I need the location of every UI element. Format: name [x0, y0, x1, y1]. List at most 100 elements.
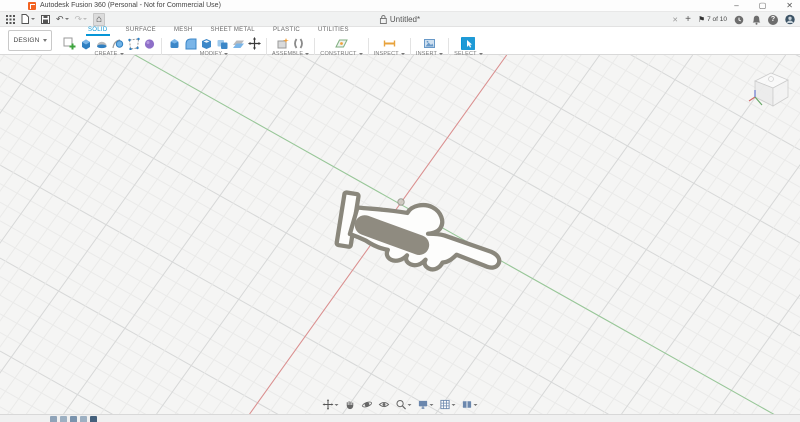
dropdown-caret-icon — [83, 18, 88, 20]
fusion-360-logo-icon — [28, 1, 36, 10]
tab-surface[interactable]: SURFACE — [124, 27, 158, 36]
combine-icon[interactable] — [215, 37, 229, 50]
home-button[interactable]: ⌂ — [93, 12, 106, 26]
viewports-icon — [462, 401, 472, 408]
document-tab[interactable]: Untitled* — [379, 12, 421, 27]
offset-face-icon[interactable] — [231, 37, 245, 50]
display-settings-button[interactable] — [417, 398, 435, 411]
hand-icon — [346, 401, 354, 410]
viewport-canvas[interactable] — [0, 55, 800, 414]
dropdown-caret-icon — [334, 403, 339, 406]
group-separator — [161, 38, 162, 55]
undo-button[interactable]: ↶ — [56, 13, 69, 26]
zoom-button[interactable] — [395, 398, 413, 411]
dropdown-caret-icon — [407, 403, 412, 406]
timeline-bar[interactable] — [0, 414, 800, 422]
origin-point[interactable] — [397, 198, 405, 206]
workspace-switcher[interactable]: DESIGN — [8, 30, 52, 51]
shell-icon[interactable] — [199, 37, 213, 50]
tab-sheet-metal[interactable]: SHEET METAL — [209, 27, 257, 36]
help-icon[interactable]: ? — [768, 14, 778, 25]
grid-icon — [440, 399, 450, 410]
group-select: SELECT — [454, 37, 483, 57]
tab-close-icon[interactable]: ✕ — [672, 16, 678, 24]
group-modify: MODIFY — [167, 37, 261, 57]
group-separator — [409, 38, 411, 55]
timeline-step-back-button[interactable] — [60, 416, 67, 422]
select-icon[interactable] — [461, 37, 476, 50]
pan-hand-button[interactable] — [344, 398, 357, 411]
dropdown-caret-icon — [429, 403, 434, 406]
move-icon[interactable] — [247, 37, 261, 50]
look-at-eye-icon — [378, 401, 390, 408]
application-bar: ↶ ↷ ⌂ Untitled* ✕ + ⚑ 7 of 10 ? — [0, 12, 800, 27]
new-tab-button[interactable]: + — [685, 14, 691, 25]
group-inspect: INSPECT — [374, 37, 405, 57]
display-settings-icon — [418, 400, 428, 409]
press-pull-icon[interactable] — [167, 37, 181, 50]
group-separator — [314, 38, 316, 55]
joint-icon[interactable] — [292, 37, 306, 50]
group-separator — [266, 38, 267, 55]
fillet-icon[interactable] — [183, 37, 197, 50]
pan-button[interactable] — [322, 398, 340, 411]
tab-solid[interactable]: SOLID — [86, 27, 110, 36]
save-icon[interactable] — [41, 13, 50, 26]
job-status-icon[interactable] — [734, 15, 744, 25]
window-minimize-button[interactable]: – — [731, 0, 741, 12]
data-panel-toggle-icon[interactable] — [6, 13, 15, 26]
redo-button[interactable]: ↷ — [75, 13, 88, 26]
file-menu-icon[interactable] — [21, 13, 35, 26]
tab-plastic[interactable]: PLASTIC — [271, 27, 302, 36]
timeline-skip-start-button[interactable] — [50, 416, 57, 422]
measure-icon[interactable] — [382, 37, 396, 50]
group-separator — [448, 38, 450, 55]
notifications-bell-icon[interactable] — [751, 15, 761, 25]
orbit-button[interactable] — [361, 398, 374, 411]
viewcube-x-axis — [748, 96, 756, 102]
dropdown-caret-icon — [31, 18, 35, 20]
group-construct: CONSTRUCT — [320, 37, 363, 57]
new-component-icon[interactable] — [276, 37, 290, 50]
ribbon-tabs: SOLID SURFACE MESH SHEET METAL PLASTIC U… — [58, 27, 800, 36]
timeline-play-button[interactable] — [70, 416, 77, 422]
create-sketch-icon[interactable] — [62, 37, 76, 50]
flag-icon: ⚑ — [697, 15, 706, 24]
extrude-icon[interactable] — [78, 37, 92, 50]
group-create: CREATE — [62, 37, 156, 57]
orbit-icon — [362, 401, 372, 408]
window-close-button[interactable]: ✕ — [783, 0, 796, 12]
grid-snaps-button[interactable] — [439, 398, 457, 411]
navigation-bar — [322, 398, 479, 411]
construct-plane-icon[interactable] — [334, 37, 348, 50]
user-avatar[interactable] — [785, 14, 795, 25]
viewports-button[interactable] — [461, 398, 479, 411]
free-saves-counter[interactable]: ⚑ 7 of 10 — [698, 15, 727, 24]
tab-utilities[interactable]: UTILITIES — [316, 27, 351, 36]
look-at-button[interactable] — [378, 398, 391, 411]
timeline-step-forward-button[interactable] — [80, 416, 87, 422]
loft-icon[interactable] — [126, 37, 140, 50]
group-separator — [367, 38, 369, 55]
insert-canvas-icon[interactable] — [422, 37, 436, 50]
document-tab-label: Untitled* — [389, 15, 421, 24]
window-maximize-button[interactable]: ▢ — [756, 0, 770, 12]
save-counter-text: 7 of 10 — [707, 16, 727, 23]
view-cube[interactable] — [746, 65, 794, 118]
magnifier-icon — [396, 399, 407, 410]
title-bar: Autodesk Fusion 360 (Personal - Not for … — [0, 0, 800, 12]
group-insert: INSERT — [416, 37, 444, 57]
unsaved-lock-icon — [379, 15, 387, 24]
workspace-label: DESIGN — [13, 37, 40, 44]
dropdown-caret-icon — [473, 403, 478, 406]
dropdown-caret-icon — [42, 39, 47, 42]
tab-mesh[interactable]: MESH — [172, 27, 195, 36]
timeline-skip-end-button[interactable] — [90, 416, 97, 422]
create-form-icon[interactable] — [142, 37, 156, 50]
revolve-icon[interactable] — [94, 37, 108, 50]
group-assemble: ASSEMBLE — [272, 37, 310, 57]
sweep-icon[interactable] — [110, 37, 124, 50]
dropdown-caret-icon — [64, 18, 69, 20]
four-way-arrow-icon — [322, 399, 334, 410]
ribbon-toolbar: DESIGN SOLID SURFACE MESH SHEET METAL PL… — [0, 27, 800, 57]
